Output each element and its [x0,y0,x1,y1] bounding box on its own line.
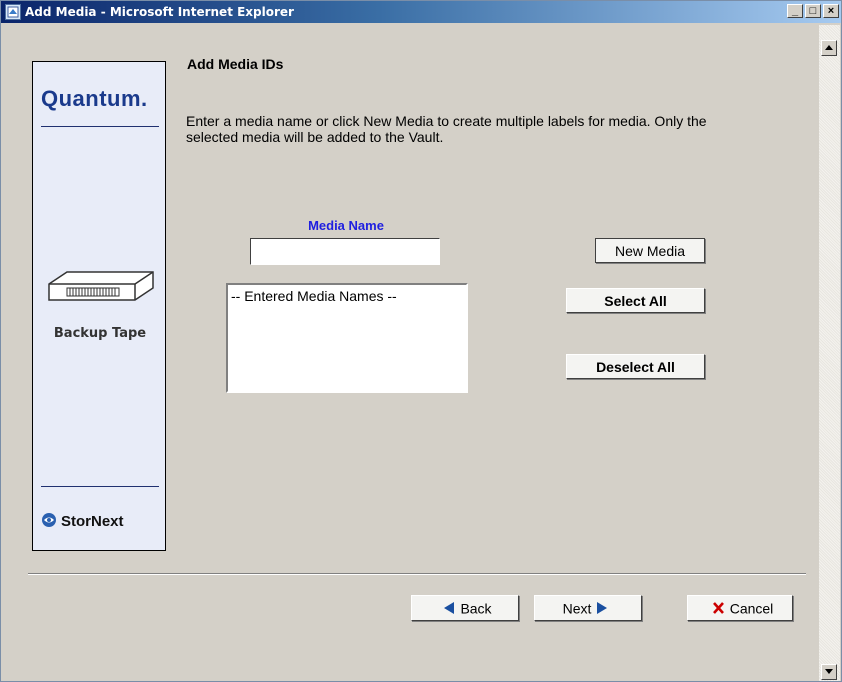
page-title: Add Media IDs [187,56,284,72]
deselect-all-button[interactable]: Deselect All [566,354,705,379]
cancel-label: Cancel [729,600,774,617]
quantum-logo: Quantum. [41,86,148,111]
stornext-text: StorNext [61,512,124,530]
next-label: Next [562,600,592,617]
select-all-button[interactable]: Select All [566,288,705,313]
title-bar: Add Media - Microsoft Internet Explorer … [1,1,841,23]
back-label: Back [460,600,492,617]
sidebar-divider [41,486,159,487]
ie-page-icon [5,4,21,20]
window-title: Add Media - Microsoft Internet Explorer [25,5,294,19]
scroll-up-button[interactable] [821,40,837,56]
page-description: Enter a media name or click New Media to… [186,113,707,145]
arrow-left-icon [444,598,455,620]
footer-separator [28,573,806,575]
window-controls: _ □ × [785,4,839,20]
media-name-input[interactable] [250,238,440,265]
next-button[interactable]: Next [534,595,642,621]
minimize-button[interactable]: _ [787,4,803,18]
sidebar-panel: Quantum. Backup Tape StorNext [32,61,166,551]
new-media-button[interactable]: New Media [595,238,705,263]
close-button[interactable]: × [823,4,839,18]
x-mark-icon [712,598,724,620]
arrow-up-icon [825,45,833,50]
back-button[interactable]: Back [411,595,519,621]
cancel-button[interactable]: Cancel [687,595,793,621]
vertical-scrollbar[interactable] [819,25,840,681]
media-name-label: Media Name [308,218,384,233]
arrow-right-icon [597,598,608,620]
backup-tape-caption: Backup Tape [53,326,147,341]
list-item[interactable]: -- Entered Media Names -- [231,288,397,304]
stornext-logo: StorNext [41,512,124,532]
arrow-down-icon [825,669,833,674]
maximize-button[interactable]: □ [805,4,821,18]
backup-tape-icon [45,268,157,312]
media-names-listbox[interactable]: -- Entered Media Names -- [226,283,468,393]
globe-icon [41,512,57,532]
sidebar-divider [41,126,159,127]
scroll-down-button[interactable] [821,664,837,680]
browser-window: Add Media - Microsoft Internet Explorer … [0,0,842,682]
